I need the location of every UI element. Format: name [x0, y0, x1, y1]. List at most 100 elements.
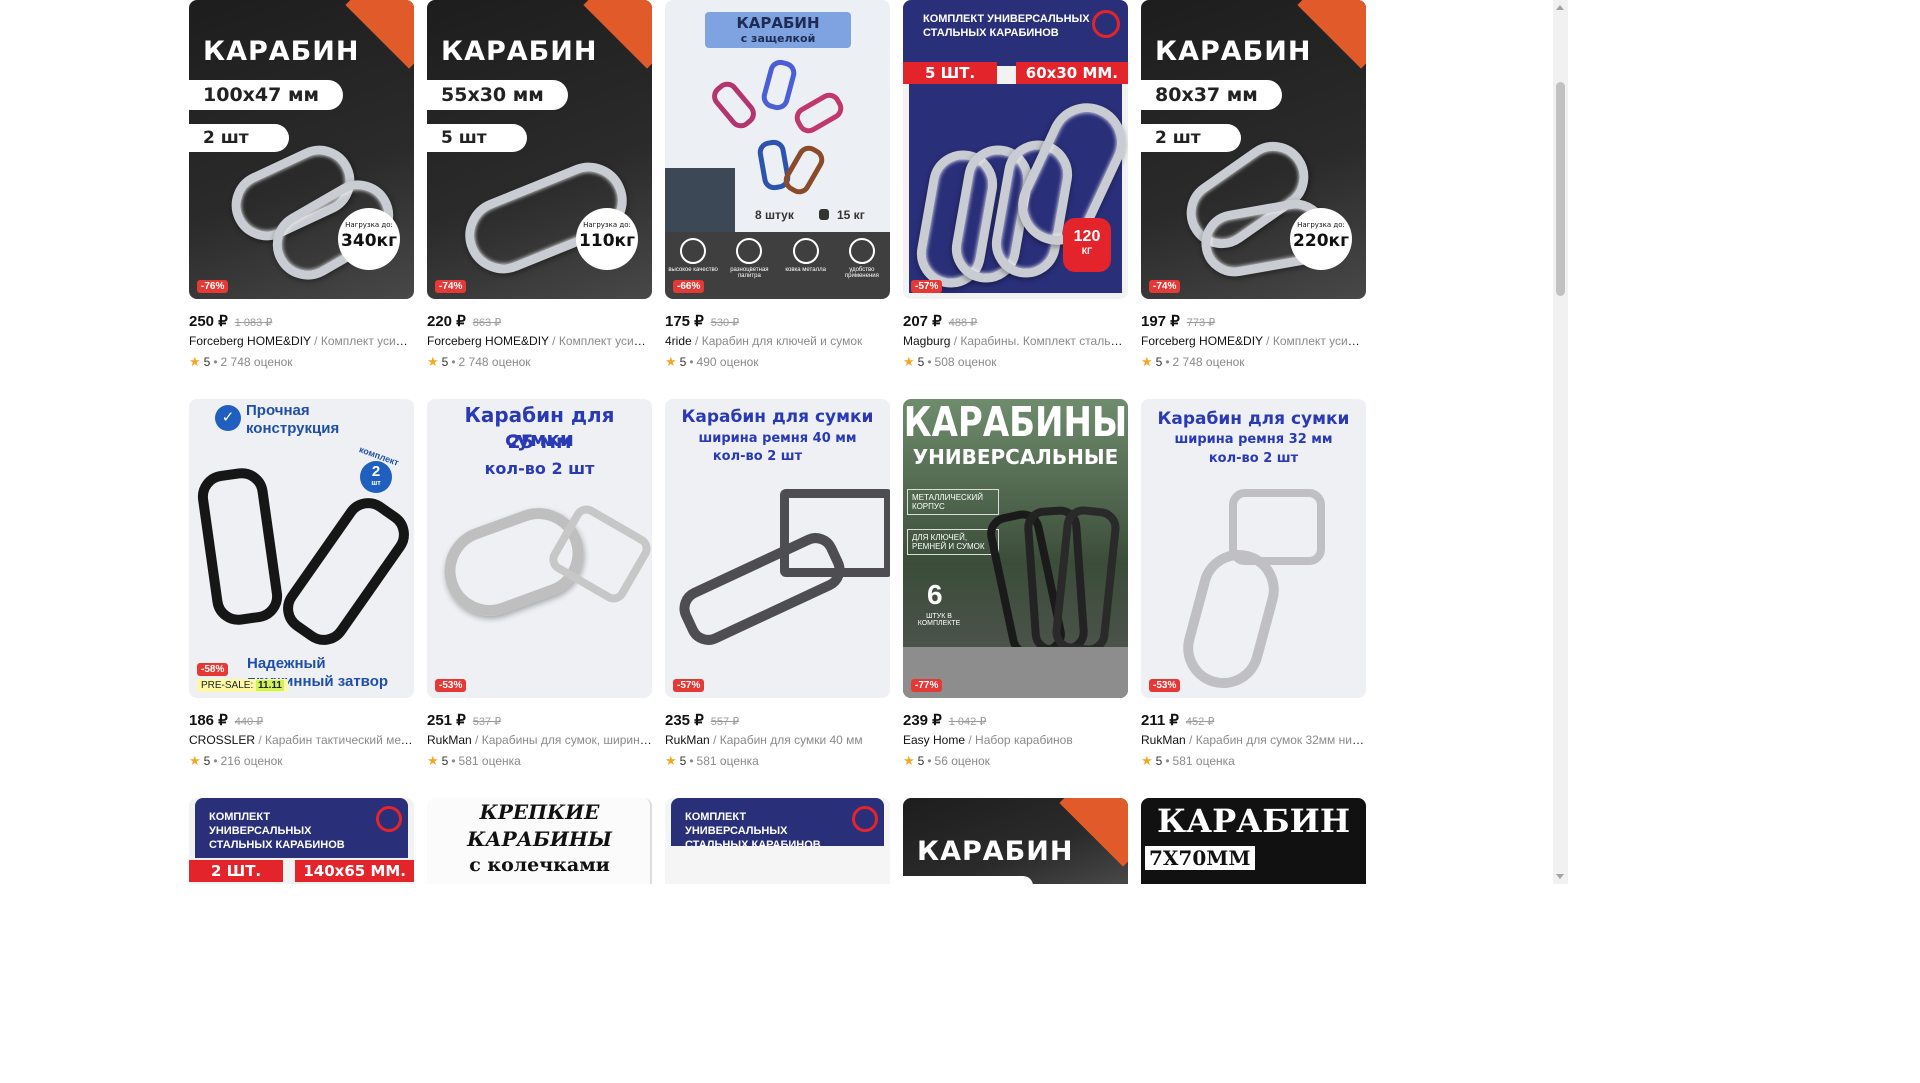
load-badge: Нагрузка до: 340кг	[338, 208, 400, 270]
weight-label: 15 кг	[837, 208, 865, 222]
brand-name: CROSSLER	[189, 733, 256, 747]
product-card[interactable]: КОМПЛЕКТ УНИВЕРСАЛЬНЫХ СТАЛЬНЫХ КАРАБИНО…	[903, 0, 1128, 399]
product-card[interactable]: Карабин для сумки ширина ремня 32 мм кол…	[1141, 399, 1366, 798]
product-title[interactable]: CROSSLER / Карабин тактический металл...	[189, 733, 414, 747]
image-title-line: кол-во 2 шт	[484, 459, 595, 478]
page-scrollbar[interactable]	[1553, 0, 1568, 884]
presale-date: 11.11	[256, 680, 284, 691]
size-label: 60x30 ММ.	[1015, 62, 1128, 84]
carabiner-image	[779, 141, 829, 199]
product-image[interactable]: КАРАБИН 80x37 мм 2 шт Нагрузка до: 220кг…	[1141, 0, 1366, 299]
product-card[interactable]: КАРАБИН 55x30 мм 5 шт Нагрузка до: 110кг…	[427, 0, 652, 399]
old-price: 1 083 ₽	[234, 317, 273, 329]
product-description: / Карабин для сумки 40 мм	[713, 733, 863, 747]
image-title: КАРАБИН	[736, 14, 820, 32]
product-card[interactable]: КАРАБИН 100x47 мм 2 шт Нагрузка до: 340к…	[189, 0, 414, 399]
product-title[interactable]: Forceberg HOME&DIY / Комплект усилен...	[427, 334, 652, 348]
rating-separator: •	[451, 355, 456, 369]
load-badge: Нагрузка до: 220кг	[1290, 208, 1352, 270]
product-title[interactable]: RukMan / Карабин для сумок 32мм нике...	[1141, 733, 1366, 747]
rating-row: ★ 5 • 2 748 оценок	[427, 354, 652, 370]
product-title[interactable]: Forceberg HOME&DIY / Комплект усилен...	[189, 334, 414, 348]
product-title[interactable]: RukMan / Карабин для сумки 40 мм	[665, 733, 890, 747]
product-image[interactable]: Карабин для сумки ширина ремня 32 мм кол…	[1141, 399, 1366, 698]
product-card[interactable]: КАРАБИНЫ УНИВЕРСАЛЬНЫЕ МЕТАЛЛИЧЕСКИЙ КОР…	[903, 399, 1128, 798]
rating-row: ★ 5 • 216 оценок	[189, 753, 414, 769]
product-image[interactable]: КОМПЛЕКТ УНИВЕРСАЛЬНЫХ СТАЛЬНЫХ КАРАБИНО…	[903, 0, 1128, 299]
feature-item: разноцветная палитра	[724, 238, 774, 299]
price: 197 ₽	[1141, 313, 1180, 330]
image-size-pill: 80x37 мм	[1141, 80, 1282, 110]
rating-separator: •	[213, 355, 218, 369]
scroll-down-arrow-icon[interactable]	[1556, 874, 1564, 879]
rating-value: 5	[441, 355, 449, 369]
product-image[interactable]: КАРАБИН	[903, 798, 1128, 884]
brand-name: RukMan	[665, 733, 710, 747]
product-grid: КАРАБИН 100x47 мм 2 шт Нагрузка до: 340к…	[189, 0, 1366, 798]
product-title[interactable]: Magburg / Карабины. Комплект стальны...	[903, 334, 1128, 348]
product-description: / Карабин тактический металл...	[258, 733, 414, 747]
set-count: 2	[371, 463, 381, 480]
product-title[interactable]: Forceberg HOME&DIY / Комплект усилен...	[1141, 334, 1366, 348]
rating-separator: •	[927, 754, 932, 768]
rating-separator: •	[1165, 355, 1170, 369]
product-image[interactable]: ✓ Прочная конструкция комплект 2 шт Наде…	[189, 399, 414, 698]
check-icon: ✓	[215, 405, 241, 431]
carabiner-image	[672, 525, 852, 653]
rating-value: 5	[203, 355, 211, 369]
reviews-count: 2 748 оценок	[220, 355, 293, 369]
product-image[interactable]: КОМПЛЕКТ УНИВЕРСАЛЬНЫХ СТАЛЬНЫХ КАРАБИНО…	[665, 798, 890, 884]
old-price: 440 ₽	[234, 716, 264, 728]
reviews-count: 581 оценка	[1172, 754, 1235, 768]
product-title[interactable]: Easy Home / Набор карабинов	[903, 733, 1128, 747]
price: 250 ₽	[189, 313, 228, 330]
load-caption: Нагрузка до:	[583, 221, 631, 229]
scrollbar-thumb[interactable]	[1556, 82, 1565, 296]
product-grid-row-partial: КОМПЛЕКТ УНИВЕРСАЛЬНЫХ СТАЛЬНЫХ КАРАБИНО…	[189, 798, 1366, 884]
product-description: / Карабины для сумок, ширина ...	[475, 733, 652, 747]
product-image[interactable]: КАРАБИНЫ УНИВЕРСАЛЬНЫЕ МЕТАЛЛИЧЕСКИЙ КОР…	[903, 399, 1128, 698]
product-image[interactable]: КАРАБИН 55x30 мм 5 шт Нагрузка до: 110кг…	[427, 0, 652, 299]
product-image[interactable]: КАРАБИН с защелкой 8 штук 15 кг высокое …	[665, 0, 890, 299]
product-image[interactable]: КАРАБИН 7X70MM	[1141, 798, 1366, 884]
old-price: 488 ₽	[948, 317, 978, 329]
rating-row: ★ 5 • 490 оценок	[665, 354, 890, 370]
image-title-line: Карабин для сумки	[681, 407, 874, 427]
product-card[interactable]: Карабин для сумки 25 мм кол-во 2 шт -53%…	[427, 399, 652, 798]
product-image[interactable]: КАРАБИН 100x47 мм 2 шт Нагрузка до: 340к…	[189, 0, 414, 299]
price: 220 ₽	[427, 313, 466, 330]
product-card[interactable]: КАРАБИН 80x37 мм 2 шт Нагрузка до: 220кг…	[1141, 0, 1366, 399]
product-card[interactable]: КАРАБИН с защелкой 8 штук 15 кг высокое …	[665, 0, 890, 399]
brand-name: Forceberg HOME&DIY	[427, 334, 549, 348]
product-image[interactable]: КРЕПКИЕ КАРАБИНЫ с колечками	[427, 798, 652, 884]
rating-separator: •	[213, 754, 218, 768]
product-image[interactable]: Карабин для сумки 25 мм кол-во 2 шт -53%	[427, 399, 652, 698]
product-image[interactable]: КОМПЛЕКТ УНИВЕРСАЛЬНЫХ СТАЛЬНЫХ КАРАБИНО…	[189, 798, 414, 884]
image-title-line: конструкция	[246, 420, 340, 437]
image-title: КАРАБИН	[917, 836, 1074, 867]
product-title[interactable]: RukMan / Карабины для сумок, ширина ...	[427, 733, 652, 747]
image-title-line: Прочная	[246, 402, 310, 419]
image-title-line: кол-во 2 шт	[1208, 451, 1299, 466]
star-icon: ★	[903, 354, 915, 369]
load-caption: Нагрузка до:	[345, 221, 393, 229]
set-count-badge: 2 шт	[360, 461, 392, 493]
carabiner-image	[194, 464, 286, 629]
product-description: / Карабин для ключей и сумок	[695, 334, 863, 348]
reviews-count: 581 оценка	[458, 754, 521, 768]
product-title[interactable]: 4ride / Карабин для ключей и сумок	[665, 334, 890, 348]
discount-badge: -74%	[435, 280, 467, 293]
product-card[interactable]: Карабин для сумки ширина ремня 40 мм кол…	[665, 399, 890, 798]
image-title-box: КАРАБИН с защелкой	[705, 12, 851, 48]
scroll-up-arrow-icon[interactable]	[1556, 5, 1564, 10]
image-title: КОМПЛЕКТ УНИВЕРСАЛЬНЫХ СТАЛЬНЫХ КАРАБИНО…	[685, 811, 821, 846]
rating-separator: •	[451, 754, 456, 768]
rating-value: 5	[917, 355, 925, 369]
product-card[interactable]: ✓ Прочная конструкция комплект 2 шт Наде…	[189, 399, 414, 798]
rating-row: ★ 5 • 2 748 оценок	[1141, 354, 1366, 370]
product-image[interactable]: Карабин для сумки ширина ремня 40 мм кол…	[665, 399, 890, 698]
set-unit: шт	[371, 480, 381, 487]
star-icon: ★	[427, 753, 439, 768]
brand-name: 4ride	[665, 334, 692, 348]
discount-badge: -74%	[1149, 280, 1181, 293]
